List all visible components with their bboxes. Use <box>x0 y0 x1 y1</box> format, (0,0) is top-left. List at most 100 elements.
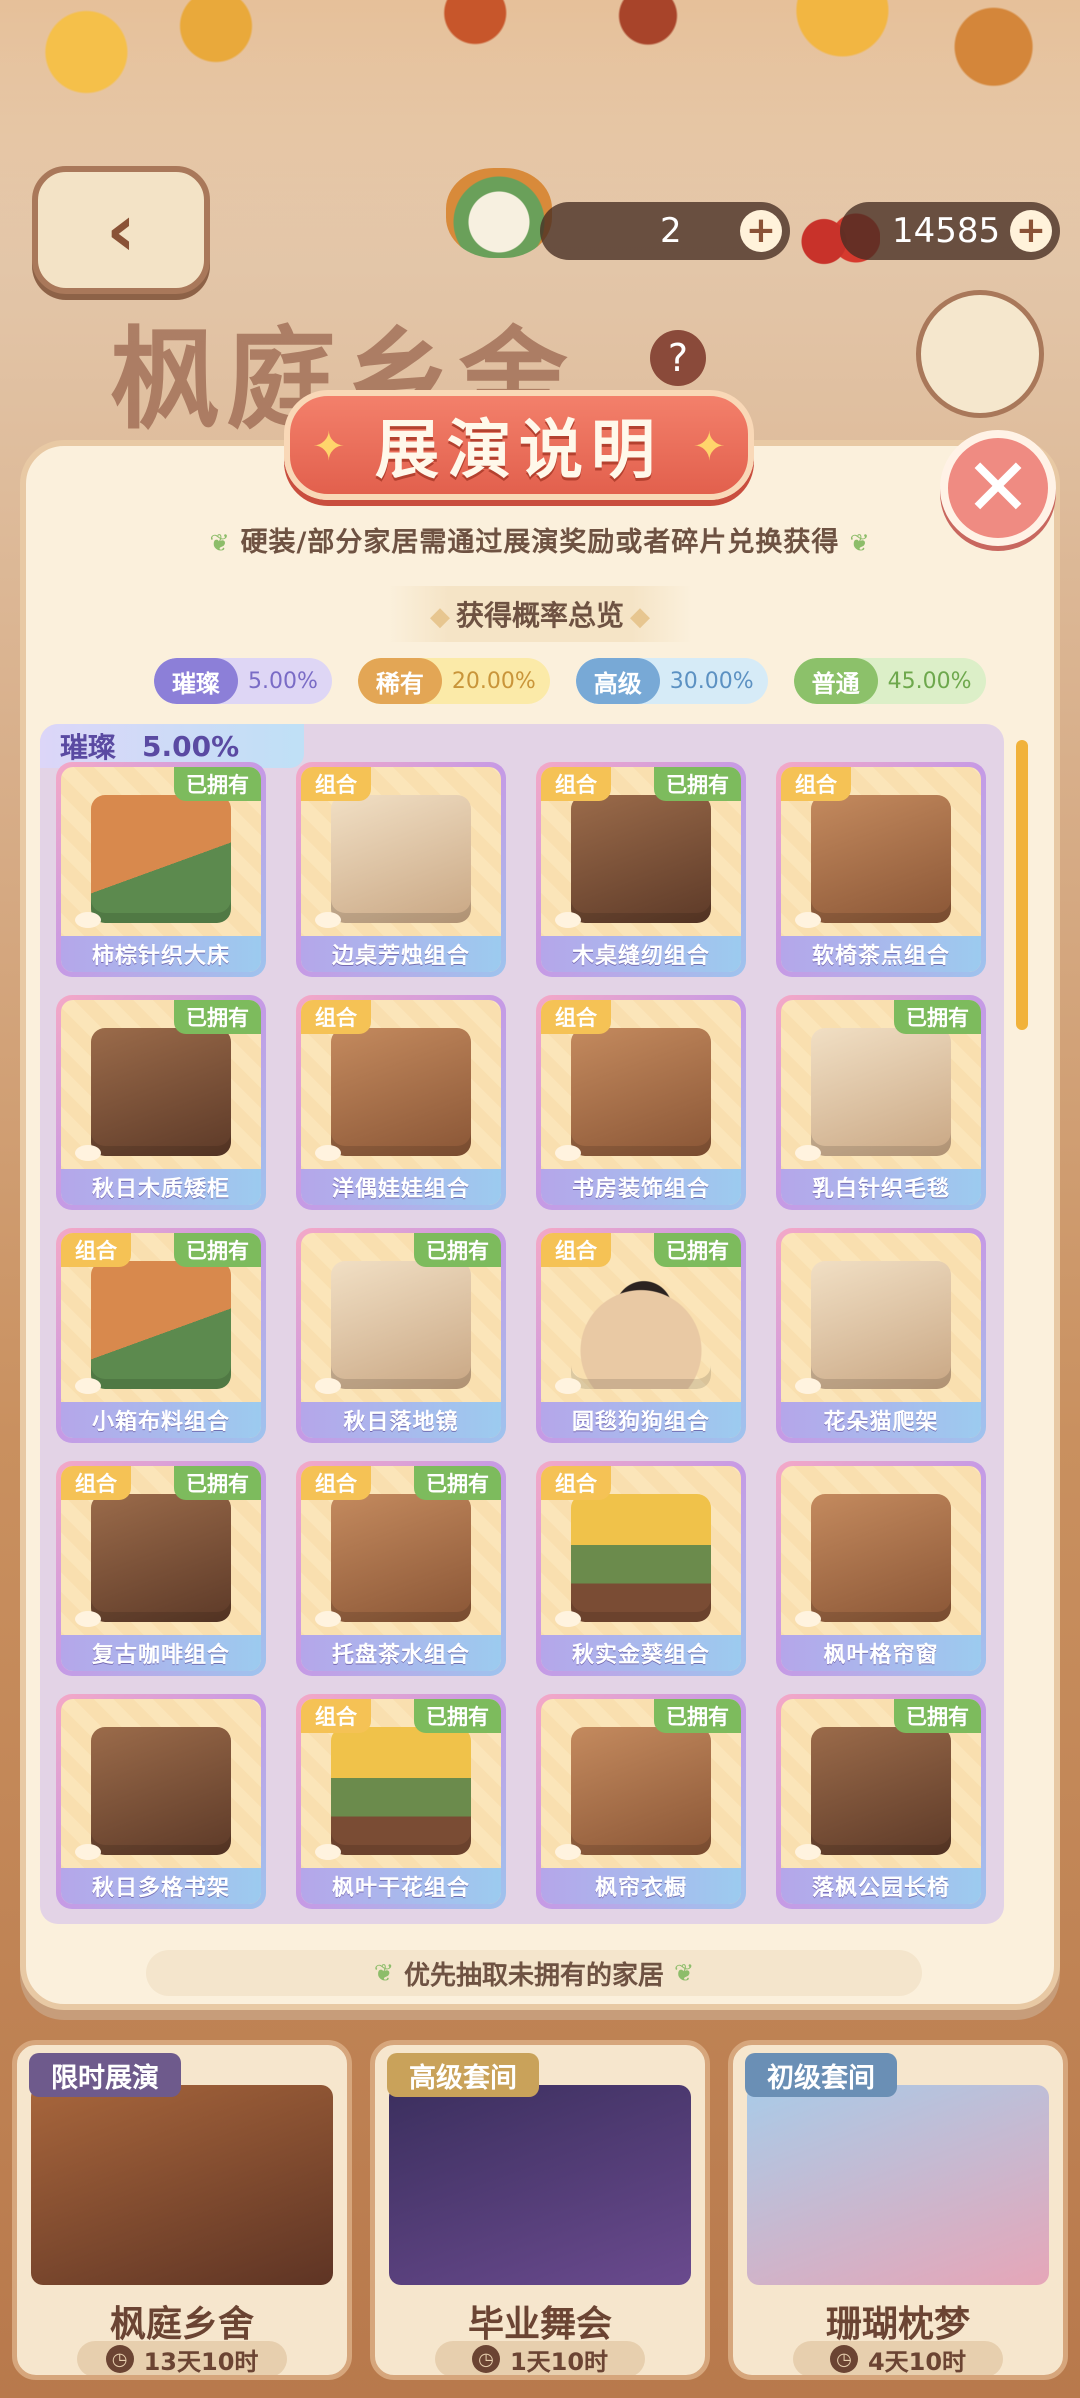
event-tag: 初级套间 <box>745 2053 897 2097</box>
item-card[interactable]: 组合 已拥有 托盘茶水组合 <box>296 1461 506 1676</box>
owned-badge: 已拥有 <box>174 767 261 801</box>
furniture-image <box>331 1261 471 1389</box>
item-label: 秋日木质矮柜 <box>61 1169 261 1205</box>
furniture-image <box>91 1494 231 1622</box>
item-card[interactable]: 组合 已拥有 圆毯狗狗组合 <box>536 1228 746 1443</box>
sparkle-icon: ✦ <box>312 424 346 470</box>
clock-icon: ◷ <box>105 2345 134 2373</box>
owned-badge: 已拥有 <box>414 1466 501 1500</box>
fragment-icon <box>315 1378 341 1394</box>
combo-badge: 组合 <box>301 1699 371 1733</box>
combo-badge: 组合 <box>301 767 371 801</box>
owned-badge: 已拥有 <box>654 1233 741 1267</box>
event-name: 毕业舞会 <box>467 2303 612 2345</box>
item-card[interactable]: 已拥有 乳白针织毛毯 <box>776 995 986 1210</box>
fragment-icon <box>75 1145 101 1161</box>
item-card[interactable]: 组合 已拥有 木桌缝纫组合 <box>536 762 746 977</box>
furniture-image <box>331 795 471 923</box>
owned-badge: 已拥有 <box>654 1699 741 1733</box>
item-card[interactable]: 已拥有落枫公园长椅 <box>776 1694 986 1909</box>
rate-name: 高级 <box>575 658 660 704</box>
item-card-body: 组合 秋实金葵组合 <box>541 1466 741 1671</box>
furniture-image <box>331 1028 471 1156</box>
furniture-image <box>811 795 951 923</box>
scrollbar[interactable] <box>1016 740 1028 1030</box>
item-card-body: 组合 已拥有 木桌缝纫组合 <box>541 767 741 972</box>
item-label: 软椅茶点组合 <box>781 936 981 972</box>
rate-name: 稀有 <box>357 658 442 704</box>
item-label: 落枫公园长椅 <box>781 1868 981 1904</box>
owned-badge: 已拥有 <box>174 1466 261 1500</box>
item-card-body: 已拥有 乳白针织毛毯 <box>781 1000 981 1205</box>
item-card-body: 组合 书房装饰组合 <box>541 1000 741 1205</box>
event-card-1[interactable]: 限时展演 枫庭乡舍 ◷ 13天10时 <box>12 2040 352 2380</box>
item-card-body: 组合 已拥有 托盘茶水组合 <box>301 1466 501 1671</box>
item-card[interactable]: 枫叶格帘窗 <box>776 1461 986 1676</box>
fragment-icon <box>315 1145 341 1161</box>
item-card[interactable]: 组合 软椅茶点组合 <box>776 762 986 977</box>
leaf-icon: ❦ <box>849 529 871 557</box>
back-button[interactable]: ‹ <box>32 166 210 294</box>
add-cherry-button[interactable]: + <box>1010 210 1052 252</box>
event-time-text: 1天10时 <box>509 2347 609 2376</box>
owned-badge: 已拥有 <box>414 1233 501 1267</box>
event-tag: 高级套间 <box>387 2053 539 2097</box>
modal-title: 展演说明 <box>375 413 663 488</box>
item-card[interactable]: 组合 书房装饰组合 <box>536 995 746 1210</box>
furniture-image <box>331 1727 471 1855</box>
fragment-icon <box>555 912 581 928</box>
help-icon[interactable]: ? <box>650 330 706 386</box>
rarity-rates: 璀璨 5.00% 稀有 20.00% 高级 30.00% 普通 45.00% <box>154 658 986 704</box>
event-thumbnail <box>389 2085 691 2285</box>
item-card[interactable]: 组合 已拥有 枫叶干花组合 <box>296 1694 506 1909</box>
probability-heading-wrap: ◆ 获得概率总览 ◆ <box>0 586 1080 642</box>
item-card[interactable]: 秋日多格书架 <box>56 1694 266 1909</box>
item-card[interactable]: 组合 秋实金葵组合 <box>536 1461 746 1676</box>
event-card-2[interactable]: 高级套间 毕业舞会 ◷ 1天10时 <box>370 2040 710 2380</box>
event-time-text: 13天10时 <box>143 2347 259 2376</box>
event-card-3[interactable]: 初级套间 珊瑚枕梦 ◷ 4天10时 <box>728 2040 1068 2380</box>
item-card-body: 已拥有落枫公园长椅 <box>781 1699 981 1904</box>
item-card[interactable]: 已拥有秋日落地镜 <box>296 1228 506 1443</box>
owned-badge: 已拥有 <box>894 1699 981 1733</box>
owned-badge: 已拥有 <box>414 1699 501 1733</box>
rate-common: 普通 45.00% <box>793 658 986 704</box>
fragment-icon <box>75 912 101 928</box>
cherry-counter: 14585 + <box>840 202 1060 260</box>
fragment-icon <box>75 1378 101 1394</box>
item-card-body: 组合 软椅茶点组合 <box>781 767 981 972</box>
rate-rare: 稀有 20.00% <box>357 658 550 704</box>
item-label: 书房装饰组合 <box>541 1169 741 1205</box>
furniture-image <box>571 795 711 923</box>
combo-badge: 组合 <box>781 767 851 801</box>
chevron-left-icon: ‹ <box>106 188 136 272</box>
priority-note: ❦ 优先抽取未拥有的家居 ❦ <box>146 1950 922 1996</box>
furniture-image <box>571 1261 711 1389</box>
furniture-image <box>91 1727 231 1855</box>
item-card[interactable]: 组合 洋偶娃娃组合 <box>296 995 506 1210</box>
item-card[interactable]: 组合 已拥有 小箱布料组合 <box>56 1228 266 1443</box>
item-card[interactable]: 已拥有秋日木质矮柜 <box>56 995 266 1210</box>
leaf-icon: ❦ <box>373 1959 394 1987</box>
fragment-icon <box>795 1145 821 1161</box>
item-card[interactable]: 组合 已拥有 复古咖啡组合 <box>56 1461 266 1676</box>
item-card[interactable]: 已拥有 枫帘衣橱 <box>536 1694 746 1909</box>
fragment-icon <box>75 1844 101 1860</box>
token-icon <box>446 168 552 258</box>
fragment-icon <box>795 1844 821 1860</box>
owned-badge: 已拥有 <box>174 1000 261 1034</box>
add-token-button[interactable]: + <box>740 210 782 252</box>
leaf-icon: ❦ <box>209 529 231 557</box>
tier-pct: 5.00% <box>142 729 240 763</box>
calendar-icon[interactable] <box>916 290 1044 418</box>
item-card[interactable]: 花朵猫爬架 <box>776 1228 986 1443</box>
rate-advanced: 高级 30.00% <box>575 658 768 704</box>
item-card[interactable]: 已拥有 柿棕针织大床 <box>56 762 266 977</box>
rate-brilliant: 璀璨 5.00% <box>154 658 332 704</box>
fragment-icon <box>795 1611 821 1627</box>
item-card[interactable]: 组合 边桌芳烛组合 <box>296 762 506 977</box>
furniture-image <box>811 1494 951 1622</box>
item-label: 秋日落地镜 <box>301 1402 501 1438</box>
close-button[interactable]: ✕ <box>940 430 1056 546</box>
item-list-panel[interactable]: 璀璨 5.00% 已拥有 柿棕针织大床 组合 边桌芳烛组合 组合 已拥有 木桌缝纫组合 组合软… <box>40 724 1004 1924</box>
